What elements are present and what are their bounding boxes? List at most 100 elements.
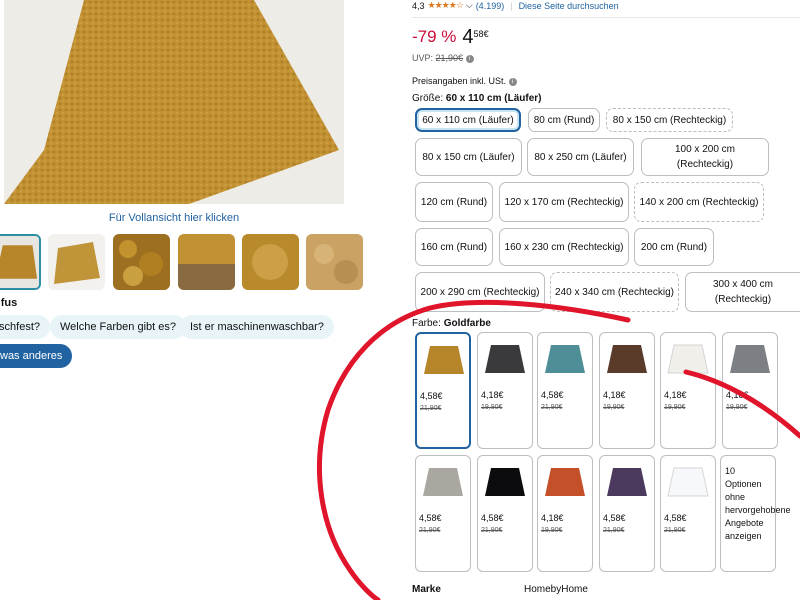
swatch-price: 4,18€ bbox=[726, 390, 749, 400]
tax-note: Preisangaben inkl. USt. i bbox=[412, 76, 517, 86]
swatch-old-price: 19,90€ bbox=[481, 404, 503, 411]
thumbnail-4[interactable] bbox=[178, 234, 235, 290]
size-option-200x290-rechteckig[interactable]: 200 x 290 cm (Rechteckig) bbox=[415, 272, 545, 312]
thumbnail-6[interactable] bbox=[306, 234, 363, 290]
swatch-old-price: 21,90€ bbox=[481, 527, 503, 534]
swatch-old-price: 21,90€ bbox=[420, 405, 442, 412]
swatch-rug-image bbox=[666, 464, 710, 500]
price-block: -79 % 4 58 € bbox=[412, 27, 489, 47]
color-swatch-9[interactable]: 4,18€ 19,90€ bbox=[537, 455, 593, 572]
more-options-link[interactable]: 10 Optionen ohne hervorgehobene Angebote… bbox=[720, 455, 791, 572]
color-swatch-10[interactable]: 4,58€ 21,90€ bbox=[599, 455, 655, 572]
swatch-old-price: 21,90€ bbox=[419, 527, 441, 534]
swatch-price: 4,58€ bbox=[541, 390, 564, 400]
thumbnail-3[interactable] bbox=[113, 234, 170, 290]
size-option-80x250-laeufer[interactable]: 80 x 250 cm (Läufer) bbox=[527, 138, 634, 176]
size-option-120x170-rechteckig[interactable]: 120 x 170 cm (Rechteckig) bbox=[499, 182, 629, 222]
size-option-300x400-rechteckig[interactable]: 300 x 400 cm (Rechteckig) bbox=[685, 272, 800, 312]
color-swatch-3[interactable]: 4,58€ 21,90€ bbox=[537, 332, 593, 449]
swatch-old-price: 19,90€ bbox=[541, 527, 563, 534]
divider-line bbox=[412, 17, 800, 18]
swatch-price: 4,18€ bbox=[664, 390, 687, 400]
color-swatch-7[interactable]: 4,58€ 21,90€ bbox=[415, 455, 471, 572]
product-main-image[interactable] bbox=[4, 0, 344, 204]
color-heading: Farbe: Goldfarbe bbox=[412, 318, 491, 329]
size-option-240x340-rechteckig[interactable]: 240 x 340 cm (Rechteckig) bbox=[550, 272, 679, 312]
swatch-rug-image bbox=[666, 341, 710, 377]
tax-note-text: Preisangaben inkl. USt. bbox=[412, 76, 507, 86]
color-swatch-1[interactable]: 4,58€ 21,90€ bbox=[415, 332, 471, 449]
fullscreen-hint-link[interactable]: Für Vollansicht hier klicken bbox=[0, 212, 348, 224]
discount-badge: -79 % bbox=[412, 27, 457, 46]
swatch-old-price: 19,90€ bbox=[664, 404, 686, 411]
color-swatch-5[interactable]: 4,18€ 19,90€ bbox=[660, 332, 716, 449]
divider: | bbox=[510, 0, 513, 11]
list-price-value: 21,90€ bbox=[435, 53, 464, 63]
list-price-label: UVP: bbox=[412, 53, 434, 63]
rufus-chip-machine-wash[interactable]: Ist er maschinenwaschbar? bbox=[180, 315, 334, 339]
swatch-old-price: 19,90€ bbox=[603, 404, 625, 411]
brand-label: Marke bbox=[412, 584, 441, 595]
rufus-chip-wash[interactable]: tschfest? bbox=[0, 315, 51, 339]
thumbnail-1[interactable] bbox=[0, 234, 41, 290]
color-swatch-8[interactable]: 4,58€ 21,90€ bbox=[477, 455, 533, 572]
info-icon[interactable]: i bbox=[465, 54, 474, 63]
size-option-60x110-laeufer[interactable]: 60 x 110 cm (Läufer) bbox=[415, 108, 521, 132]
size-option-80-rund[interactable]: 80 cm (Rund) bbox=[528, 108, 600, 132]
search-page-link[interactable]: Diese Seite durchsuchen bbox=[519, 1, 619, 11]
size-option-140x200-rechteckig[interactable]: 140 x 200 cm (Rechteckig) bbox=[634, 182, 764, 222]
star-rating-icon[interactable]: ★★★★☆ bbox=[428, 0, 464, 11]
size-option-120-rund[interactable]: 120 cm (Rund) bbox=[415, 182, 493, 222]
thumbnail-2[interactable] bbox=[48, 234, 105, 290]
rating-row: 4,3 ★★★★☆ ⌵ (4.199) | Diese Seite durchs… bbox=[412, 0, 619, 11]
size-option-200-rund[interactable]: 200 cm (Rund) bbox=[634, 228, 714, 266]
swatch-old-price: 19,90€ bbox=[726, 404, 748, 411]
swatch-rug-image bbox=[543, 464, 587, 500]
color-swatch-6[interactable]: 4,18€ 19,90€ bbox=[722, 332, 778, 449]
color-swatch-4[interactable]: 4,18€ 19,90€ bbox=[599, 332, 655, 449]
size-option-160-rund[interactable]: 160 cm (Rund) bbox=[415, 228, 493, 266]
swatch-old-price: 21,90€ bbox=[603, 527, 625, 534]
color-label: Farbe: bbox=[412, 318, 441, 329]
brand-row: Marke bbox=[412, 584, 441, 595]
swatch-price: 4,58€ bbox=[420, 391, 443, 401]
rufus-title: ufus bbox=[0, 297, 18, 309]
chevron-down-icon[interactable]: ⌵ bbox=[466, 0, 473, 11]
size-option-80x150-rechteckig[interactable]: 80 x 150 cm (Rechteckig) bbox=[606, 108, 733, 132]
thumbnail-5[interactable] bbox=[242, 234, 299, 290]
rufus-chip-colors[interactable]: Welche Farben gibt es? bbox=[50, 315, 186, 339]
swatch-rug-image bbox=[728, 341, 772, 377]
swatch-price: 4,18€ bbox=[603, 390, 626, 400]
rug-photo bbox=[4, 0, 344, 204]
price-fraction: 58 bbox=[473, 29, 484, 39]
color-selected-value: Goldfarbe bbox=[443, 318, 491, 329]
size-selected-value: 60 x 110 cm (Läufer) bbox=[445, 93, 542, 104]
size-label: Größe: bbox=[412, 93, 444, 104]
swatch-price: 4,58€ bbox=[664, 513, 687, 523]
swatch-price: 4,58€ bbox=[603, 513, 626, 523]
swatch-rug-image bbox=[483, 464, 527, 500]
swatch-price: 4,58€ bbox=[419, 513, 442, 523]
rufus-ask-other-button[interactable]: was anderes bbox=[0, 344, 73, 368]
color-swatch-2[interactable]: 4,18€ 19,90€ bbox=[477, 332, 533, 449]
swatch-price: 4,18€ bbox=[481, 390, 504, 400]
size-option-160x230-rechteckig[interactable]: 160 x 230 cm (Rechteckig) bbox=[499, 228, 629, 266]
swatch-rug-image bbox=[543, 341, 587, 377]
list-price: UVP: 21,90€ i bbox=[412, 53, 474, 63]
swatch-price: 4,18€ bbox=[541, 513, 564, 523]
swatch-old-price: 21,90€ bbox=[541, 404, 563, 411]
color-swatch-11[interactable]: 4,58€ 21,90€ bbox=[660, 455, 716, 572]
swatch-rug-image bbox=[422, 342, 466, 378]
size-heading: Größe: 60 x 110 cm (Läufer) bbox=[412, 93, 542, 104]
swatch-price: 4,58€ bbox=[481, 513, 504, 523]
review-count-link[interactable]: (4.199) bbox=[476, 1, 505, 11]
price-integer: 4 bbox=[462, 26, 474, 48]
swatch-rug-image bbox=[483, 341, 527, 377]
size-option-100x200-rechteckig[interactable]: 100 x 200 cm (Rechteckig) bbox=[641, 138, 769, 176]
size-option-80x150-laeufer[interactable]: 80 x 150 cm (Läufer) bbox=[415, 138, 522, 176]
swatch-rug-image bbox=[605, 341, 649, 377]
rating-value: 4,3 bbox=[412, 0, 425, 11]
swatch-old-price: 21,90€ bbox=[664, 527, 686, 534]
info-icon[interactable]: i bbox=[508, 77, 517, 86]
price-currency: € bbox=[483, 29, 489, 39]
